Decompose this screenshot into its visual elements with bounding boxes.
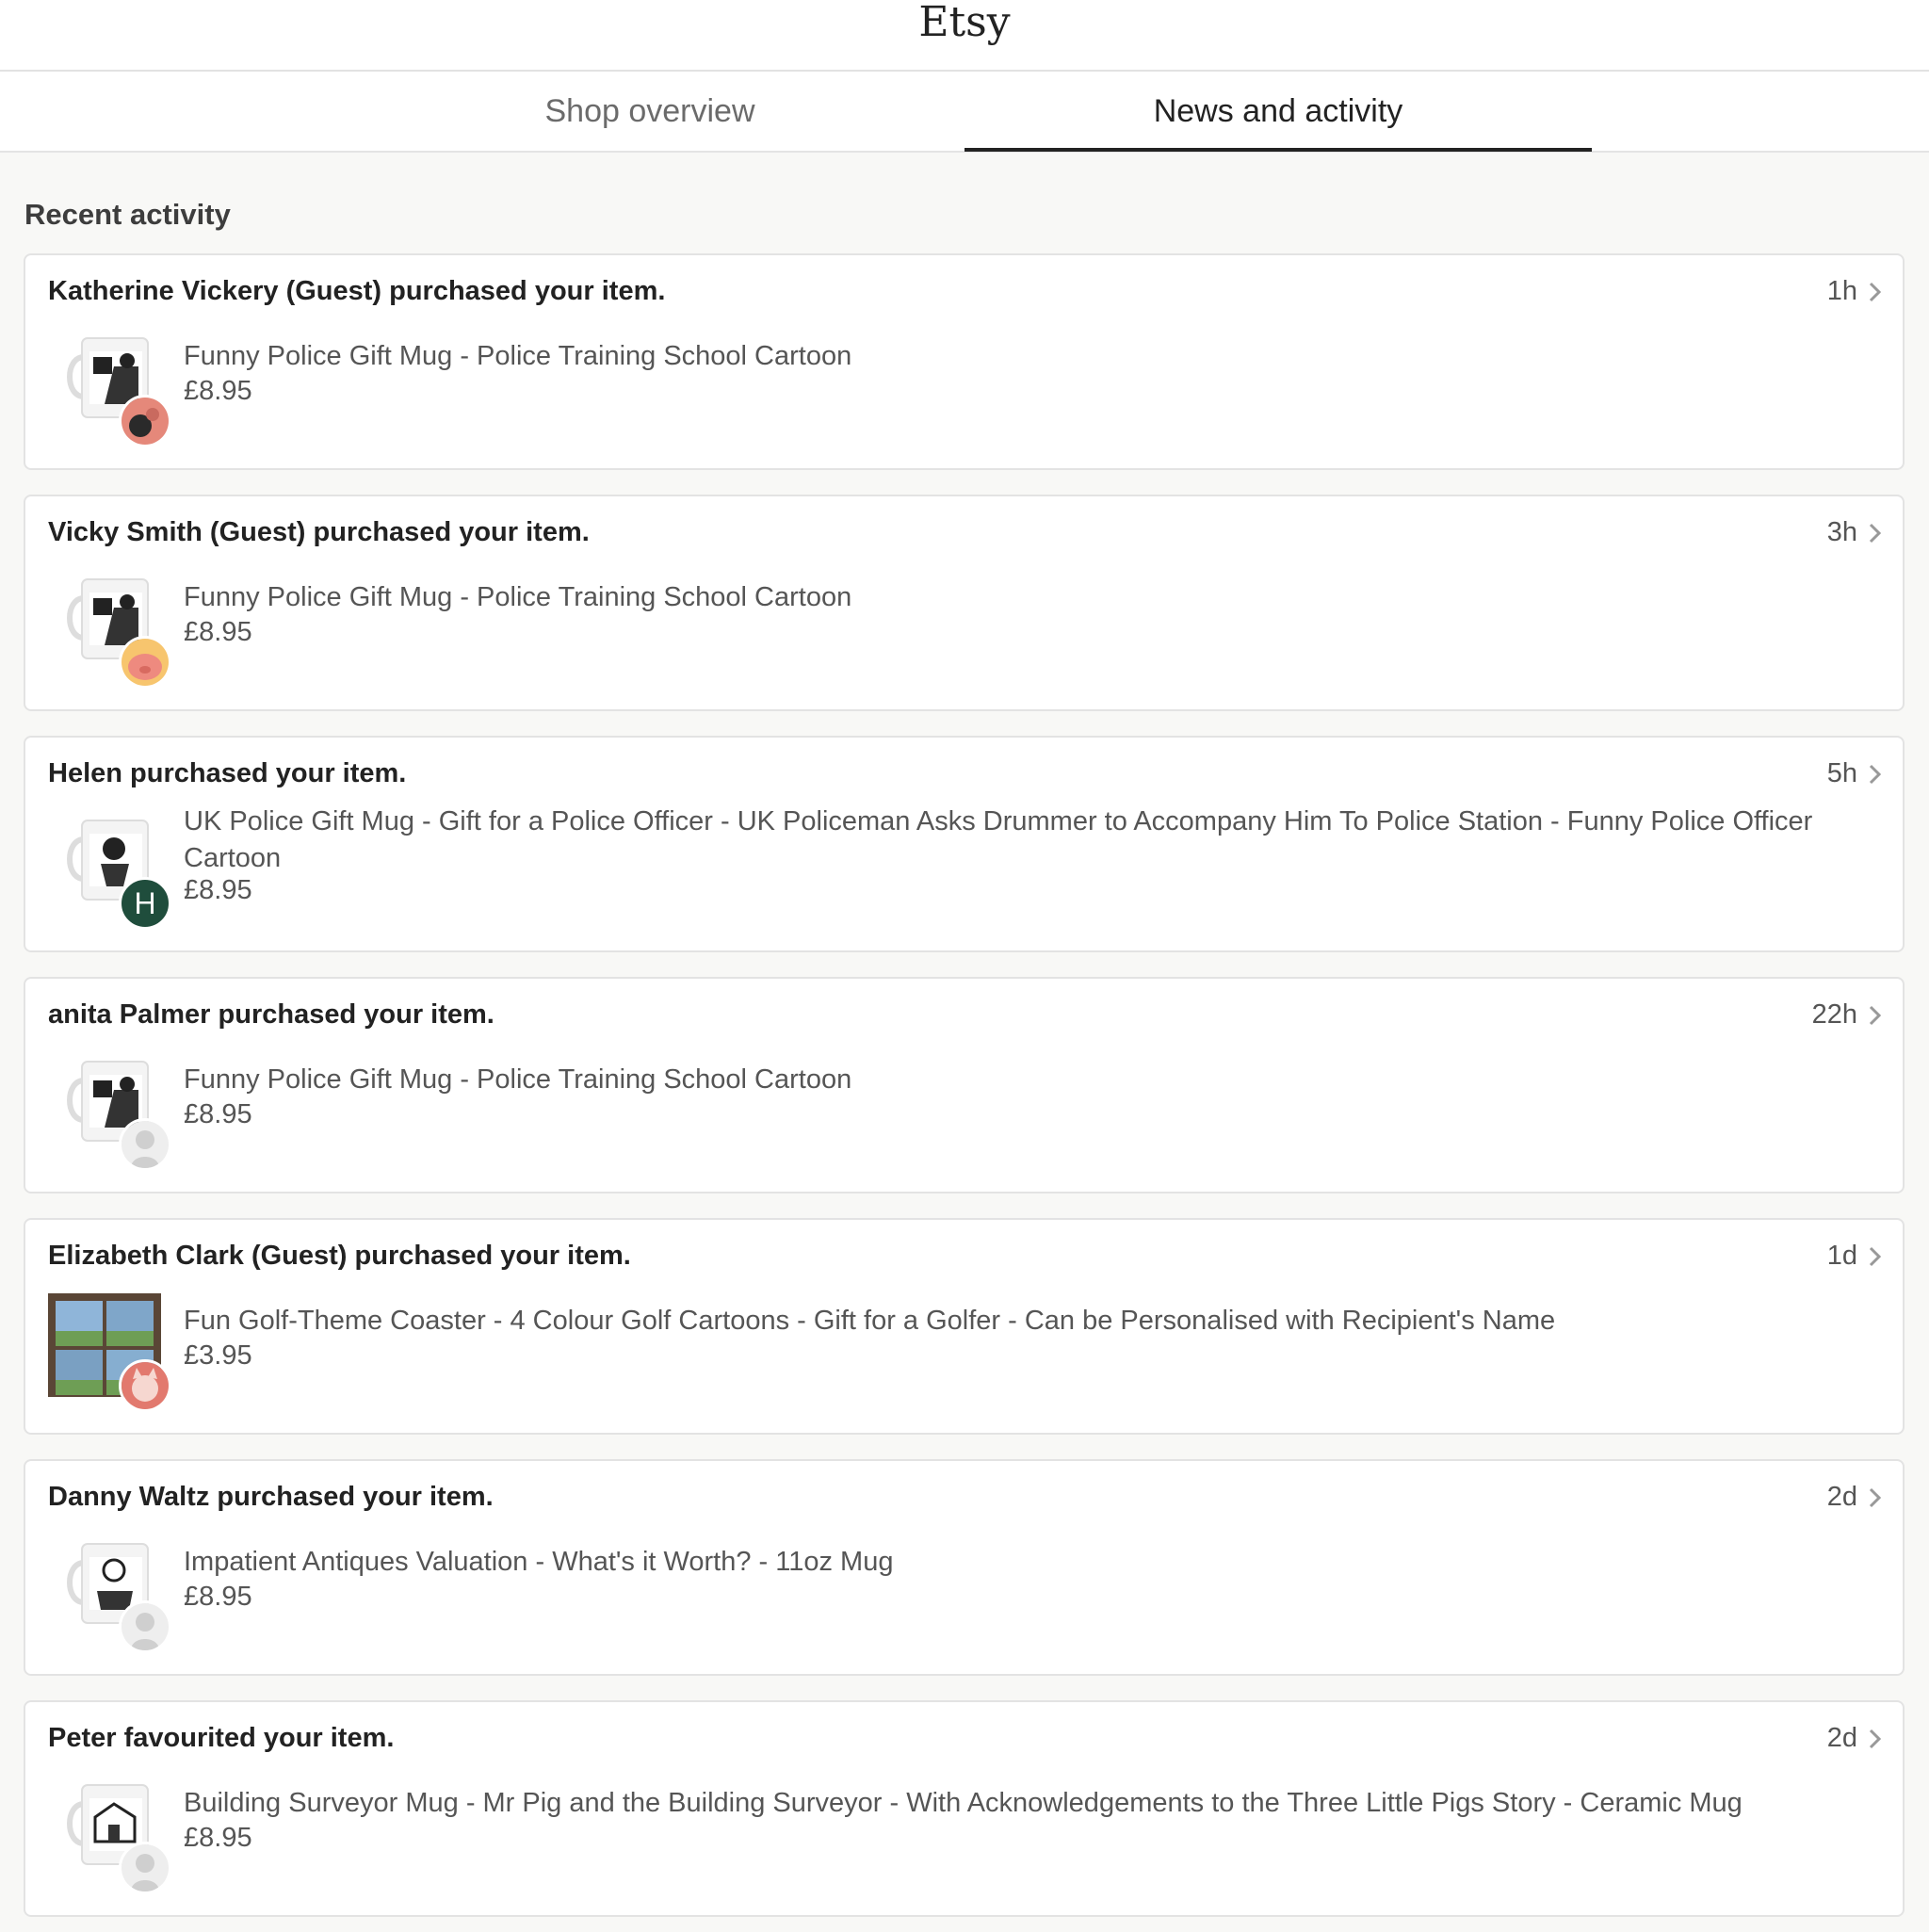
user-initial-avatar: H	[119, 877, 171, 930]
item-title[interactable]: Fun Golf-Theme Coaster - 4 Colour Golf C…	[184, 1303, 1865, 1339]
item-price: £8.95	[184, 1582, 252, 1612]
activity-actor: Danny Waltz	[48, 1482, 210, 1512]
activity-time: 1d	[1826, 1241, 1857, 1271]
chevron-right-icon	[1869, 1729, 1882, 1749]
activity-title: Helen purchased your item.	[48, 758, 406, 789]
chevron-right-icon	[1869, 1246, 1882, 1267]
activity-actor: anita Palmer	[48, 999, 211, 1030]
item-title[interactable]: Funny Police Gift Mug - Police Training …	[184, 1062, 1865, 1098]
activity-action: purchased your item.	[218, 999, 494, 1030]
activity-title: Katherine Vickery (Guest) purchased your…	[48, 276, 665, 307]
activity-actor: Elizabeth Clark	[48, 1241, 244, 1271]
chevron-right-icon	[1869, 282, 1882, 302]
activity-card[interactable]: anita Palmer purchased your item. 22h Fu…	[24, 977, 1905, 1193]
activity-actor: Katherine Vickery	[48, 276, 279, 306]
tab-bar: Shop overview News and activity	[0, 72, 1929, 153]
activity-time: 1h	[1826, 276, 1857, 306]
item-price: £8.95	[184, 617, 252, 647]
item-price: £8.95	[184, 1823, 252, 1853]
activity-action: (Guest) purchased your item.	[251, 1241, 631, 1271]
activity-action: purchased your item.	[313, 517, 590, 547]
activity-time: 5h	[1826, 758, 1857, 788]
activity-card[interactable]: Katherine Vickery (Guest) purchased your…	[24, 253, 1905, 470]
activity-title: Peter favourited your item.	[48, 1723, 394, 1754]
activity-title: Elizabeth Clark (Guest) purchased your i…	[48, 1241, 631, 1272]
item-title[interactable]: UK Police Gift Mug - Gift for a Police O…	[184, 804, 1865, 877]
etsy-logo[interactable]: Etsy	[0, 0, 1929, 45]
activity-actor: Vicky Smith (Guest)	[48, 517, 306, 547]
tab-news-and-activity[interactable]: News and activity	[964, 72, 1592, 152]
activity-title: anita Palmer purchased your item.	[48, 999, 494, 1031]
activity-card[interactable]: Elizabeth Clark (Guest) purchased your i…	[24, 1218, 1905, 1435]
activity-action: purchased your item.	[217, 1482, 494, 1512]
activity-card[interactable]: Helen purchased your item. 5h H UK Polic…	[24, 736, 1905, 952]
section-title: Recent activity	[24, 198, 231, 231]
activity-time: 3h	[1826, 517, 1857, 547]
activity-actor: Helen	[48, 758, 122, 788]
item-title[interactable]: Building Surveyor Mug - Mr Pig and the B…	[184, 1785, 1865, 1822]
chevron-right-icon	[1869, 523, 1882, 544]
chevron-right-icon	[1869, 1005, 1882, 1026]
chevron-right-icon	[1869, 1487, 1882, 1508]
activity-title: Vicky Smith (Guest) purchased your item.	[48, 517, 590, 548]
item-price: £3.95	[184, 1340, 252, 1371]
top-bar: Etsy	[0, 0, 1929, 72]
default-person-icon	[119, 1600, 171, 1653]
activity-actor: Peter	[48, 1723, 117, 1753]
item-title[interactable]: Funny Police Gift Mug - Police Training …	[184, 579, 1865, 616]
tab-shop-overview[interactable]: Shop overview	[336, 72, 964, 151]
default-person-icon	[119, 1842, 171, 1894]
chevron-right-icon	[1869, 764, 1882, 785]
activity-card[interactable]: Peter favourited your item. 2d Building …	[24, 1700, 1905, 1917]
activity-action: purchased your item.	[130, 758, 407, 788]
pig-avatar-icon	[119, 636, 171, 689]
activity-card[interactable]: Danny Waltz purchased your item. 2d Impa…	[24, 1459, 1905, 1676]
activity-title: Danny Waltz purchased your item.	[48, 1482, 494, 1513]
item-price: £8.95	[184, 1099, 252, 1129]
activity-card[interactable]: Vicky Smith (Guest) purchased your item.…	[24, 495, 1905, 711]
activity-action: favourited your item.	[123, 1723, 395, 1753]
item-price: £8.95	[184, 376, 252, 406]
dog-avatar-icon	[119, 395, 171, 447]
activity-time: 22h	[1811, 999, 1857, 1030]
item-title[interactable]: Impatient Antiques Valuation - What's it…	[184, 1544, 1865, 1581]
default-person-icon	[119, 1118, 171, 1171]
item-price: £8.95	[184, 875, 252, 905]
activity-time: 2d	[1826, 1723, 1857, 1753]
cat-avatar-icon	[119, 1359, 171, 1412]
activity-action: (Guest) purchased your item.	[285, 276, 666, 306]
activity-time: 2d	[1826, 1482, 1857, 1512]
item-title[interactable]: Funny Police Gift Mug - Police Training …	[184, 338, 1865, 375]
